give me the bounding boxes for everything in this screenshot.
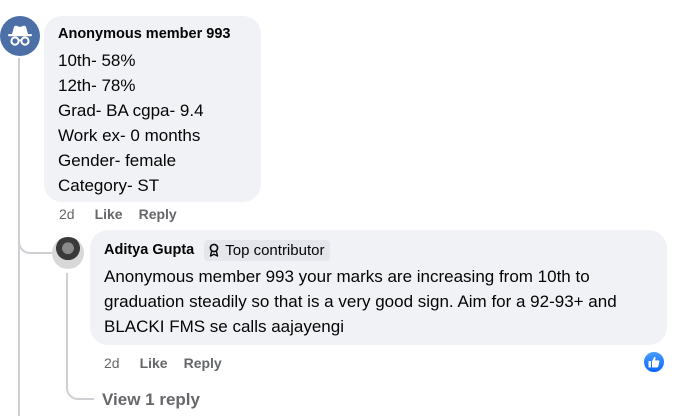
reply-thread-line <box>66 273 68 378</box>
thread-line <box>18 58 20 416</box>
comment-body: 10th- 58% 12th- 78% Grad- BA cgpa- 9.4 W… <box>58 48 247 198</box>
comment-timestamp[interactable]: 2d <box>59 206 75 222</box>
comment-line: Work ex- 0 months <box>58 126 201 145</box>
reaction-badge[interactable] <box>643 351 665 373</box>
reply-author[interactable]: Aditya Gupta <box>104 241 194 259</box>
comment-bubble: Anonymous member 993 10th- 58% 12th- 78%… <box>44 16 261 202</box>
anonymous-avatar[interactable] <box>0 16 40 56</box>
reply-reply-button[interactable]: Reply <box>184 355 222 371</box>
thumbs-up-icon <box>648 356 660 368</box>
reply-like-button[interactable]: Like <box>140 355 168 371</box>
comment-like-button[interactable]: Like <box>95 206 123 222</box>
incognito-icon <box>8 25 32 46</box>
view-replies-link[interactable]: View 1 reply <box>102 390 200 410</box>
comment-line: 10th- 58% <box>58 51 136 70</box>
comment-line: 12th- 78% <box>58 76 136 95</box>
top-contributor-badge[interactable]: Top contributor <box>204 239 331 261</box>
thread-connector <box>18 238 52 254</box>
reply-author-avatar[interactable] <box>52 237 84 269</box>
comment-actions: 2d Like Reply <box>59 206 193 222</box>
comment-line: Gender- female <box>58 151 177 170</box>
comment-reply-button[interactable]: Reply <box>139 206 177 222</box>
contributor-badge-icon <box>209 243 219 257</box>
reply-body: Anonymous member 993 your marks are incr… <box>104 267 617 336</box>
view-replies-connector <box>66 372 94 400</box>
badge-label: Top contributor <box>225 241 325 259</box>
reply-header: Aditya Gupta Top contributor <box>104 239 653 261</box>
reply-timestamp[interactable]: 2d <box>104 355 120 371</box>
reply-actions: 2d Like Reply <box>104 355 238 371</box>
comment-line: Grad- BA cgpa- 9.4 <box>58 101 204 120</box>
reply-bubble: Aditya Gupta Top contributor Anonymous m… <box>90 230 667 345</box>
comment-line: Category- ST <box>58 176 160 195</box>
comment-author[interactable]: Anonymous member 993 <box>58 25 247 43</box>
